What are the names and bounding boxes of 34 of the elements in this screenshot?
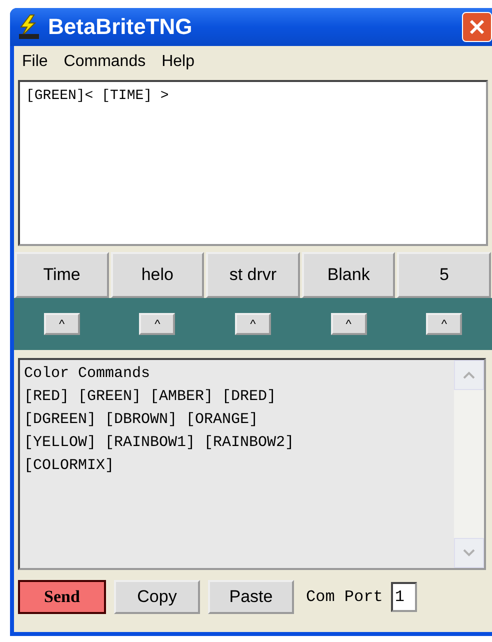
help-line: [YELLOW] [RAINBOW1] [RAINBOW2] xyxy=(24,433,296,453)
help-line: [DGREEN] [DBROWN] [ORANGE] xyxy=(24,410,260,430)
editor-text: [GREEN]< [TIME] > xyxy=(26,88,169,104)
send-button[interactable]: Send xyxy=(18,580,106,614)
menu-item[interactable]: Commands xyxy=(64,53,146,71)
up-button[interactable]: ^ xyxy=(139,313,176,335)
lightning-icon xyxy=(16,14,42,40)
help-line: [COLORMIX] xyxy=(24,456,116,476)
action-button[interactable]: Paste xyxy=(208,580,294,614)
action-button[interactable]: Copy xyxy=(114,580,200,614)
menu-item[interactable]: File xyxy=(22,53,48,71)
up-button[interactable]: ^ xyxy=(426,313,462,335)
up-button[interactable]: ^ xyxy=(44,313,80,335)
help-line: [RED] [GREEN] [AMBER] [DRED] xyxy=(24,387,278,407)
chevron-up-icon xyxy=(463,371,475,379)
macro-button[interactable]: st drvr xyxy=(206,252,300,298)
scroll-up-button[interactable] xyxy=(454,360,484,390)
macro-button[interactable]: Blank xyxy=(302,252,396,298)
message-editor[interactable]: [GREEN]< [TIME] > xyxy=(18,80,488,246)
scrollbar[interactable] xyxy=(454,360,484,568)
chevron-down-icon xyxy=(463,549,475,557)
macro-button[interactable]: helo xyxy=(110,252,204,298)
up-button[interactable]: ^ xyxy=(234,313,271,335)
macro-button[interactable]: Time xyxy=(15,252,109,298)
macro-button[interactable]: 5 xyxy=(397,252,491,298)
menu-item[interactable]: Help xyxy=(162,53,194,71)
window-title: BetaBriteTNG xyxy=(48,14,194,40)
help-line: Color Commands xyxy=(24,364,152,384)
close-button[interactable] xyxy=(462,12,492,42)
com-port-label: Com Port xyxy=(306,588,383,606)
com-port-field[interactable]: 1 xyxy=(390,582,417,612)
scroll-down-button[interactable] xyxy=(454,538,484,568)
close-icon xyxy=(468,18,486,36)
up-button[interactable]: ^ xyxy=(330,313,367,335)
